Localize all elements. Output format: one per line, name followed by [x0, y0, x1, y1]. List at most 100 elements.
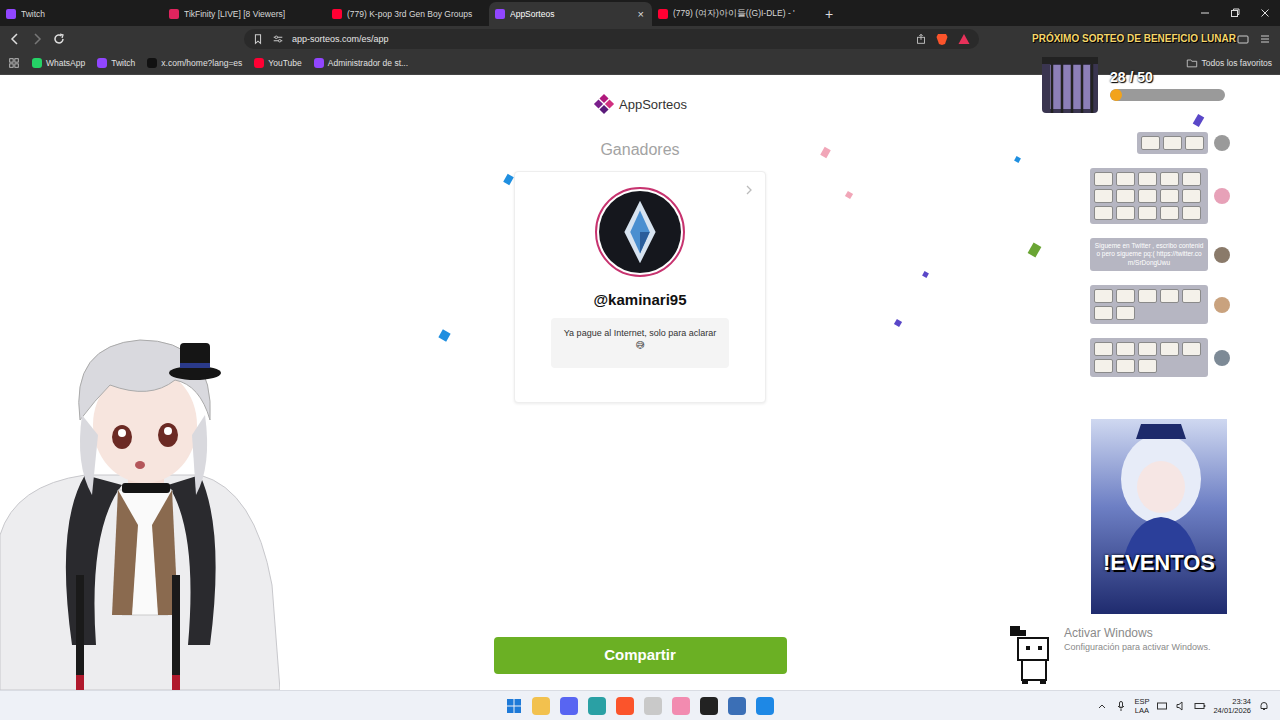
bookmark-label: x.com/home?lang=es [161, 58, 242, 68]
forward-icon[interactable] [30, 32, 44, 46]
minimize-icon[interactable] [1199, 7, 1211, 19]
winners-heading: Ganadores [600, 141, 679, 159]
confetti [438, 329, 450, 341]
events-card: !EVENTOS [1091, 419, 1227, 614]
language-indicator[interactable]: ESPLAA [1134, 697, 1149, 715]
tray-chevron-icon[interactable] [1096, 700, 1108, 712]
emote-icon [1160, 342, 1179, 356]
taskbar-apps [506, 697, 774, 715]
menu-icon[interactable] [1258, 32, 1272, 46]
counter-text: 28 / 50 [1110, 69, 1225, 85]
bookmark-favicon-icon [147, 58, 157, 68]
site-settings-icon[interactable] [272, 33, 284, 45]
network-icon[interactable] [1156, 700, 1168, 712]
sub-counter: 28 / 50 [1040, 55, 1225, 115]
bookmark-favicon-icon [254, 58, 264, 68]
reload-icon[interactable] [52, 32, 66, 46]
browser-tab[interactable]: (779) K-pop 3rd Gen Boy Groups [326, 2, 489, 26]
brave-rewards-icon[interactable] [957, 32, 971, 46]
notification-bell-icon[interactable] [1258, 700, 1270, 712]
apps-grid-icon[interactable] [8, 57, 20, 69]
brave-shields-icon[interactable] [935, 32, 949, 46]
close-tab-button[interactable]: × [636, 8, 646, 20]
browser-tab[interactable]: AppSorteos × [489, 2, 652, 26]
emote-icon [1138, 206, 1157, 220]
confetti [1014, 156, 1021, 163]
chat-message [1050, 285, 1230, 324]
emote-icon [1116, 172, 1135, 186]
emote-icon [1182, 172, 1201, 186]
bookmark-label: YouTube [268, 58, 301, 68]
taskbar-app-icon[interactable] [756, 697, 774, 715]
microphone-icon[interactable] [1115, 700, 1127, 712]
share-button[interactable]: Compartir [494, 637, 787, 674]
emote-icon [1138, 289, 1157, 303]
emote-icon [1182, 342, 1201, 356]
url-text: app-sorteos.com/es/app [292, 34, 389, 44]
taskbar-app-icon[interactable] [560, 697, 578, 715]
restore-icon[interactable] [1229, 7, 1241, 19]
diamond-avatar-icon [599, 191, 681, 273]
chat-avatar-icon [1214, 247, 1230, 263]
emote-icon [1138, 172, 1157, 186]
emote-icon [1160, 206, 1179, 220]
confetti [845, 191, 853, 199]
speaker-icon[interactable] [1175, 700, 1187, 712]
chat-message: Sígueme en Twitter , escribo contenido p… [1050, 238, 1230, 271]
folder-icon [1186, 57, 1198, 69]
emote-icon [1182, 289, 1201, 303]
bookmark-icon[interactable] [252, 33, 264, 45]
activation-watermark: Activar WindowsConfiguración para activa… [1064, 626, 1211, 652]
next-chevron-icon[interactable] [743, 184, 755, 196]
logo-text: AppSorteos [619, 97, 687, 112]
windows-start-icon[interactable] [506, 698, 522, 714]
favicon-icon [658, 9, 668, 19]
new-tab-button[interactable]: + [815, 6, 843, 26]
winner-handle: @kaminari95 [593, 291, 686, 308]
browser-tab[interactable]: Twitch [0, 2, 163, 26]
tab-label: AppSorteos [510, 9, 631, 19]
emote-icon [1116, 359, 1135, 373]
app-logo[interactable]: AppSorteos [593, 93, 687, 115]
emote-icon [1094, 172, 1113, 186]
taskbar-app-icon[interactable] [672, 697, 690, 715]
bookmark-favicon-icon [314, 58, 324, 68]
system-tray: ESPLAA 23:3424/01/2026 [774, 697, 1280, 715]
bookmark-item[interactable]: WhatsApp [32, 58, 85, 68]
emote-icon [1116, 306, 1135, 320]
battery-icon[interactable] [1194, 700, 1206, 712]
emote-icon [1116, 206, 1135, 220]
winner-card: @kaminari95 Ya pague al Internet, solo pa… [514, 171, 766, 403]
taskbar-app-icon[interactable] [728, 697, 746, 715]
taskbar-app-icon[interactable] [588, 697, 606, 715]
address-bar[interactable]: app-sorteos.com/es/app [244, 29, 979, 49]
chat-message [1050, 168, 1230, 224]
wallet-icon[interactable] [1236, 32, 1250, 46]
browser-tab[interactable]: (779) (여자)아이들((G)I-DLE) - ' [652, 2, 815, 26]
all-bookmarks[interactable]: Todos los favoritos [1186, 57, 1272, 69]
taskbar-app-icon[interactable] [532, 697, 550, 715]
bookmark-item[interactable]: Administrador de st... [314, 58, 408, 68]
emote-icon [1138, 189, 1157, 203]
bookmark-favicon-icon [32, 58, 42, 68]
tab-label: Twitch [21, 9, 157, 19]
share-icon[interactable] [915, 33, 927, 45]
clock[interactable]: 23:3424/01/2026 [1213, 697, 1251, 715]
taskbar-app-icon[interactable] [616, 697, 634, 715]
tab-label: (779) (여자)아이들((G)I-DLE) - ' [673, 8, 809, 20]
taskbar-app-icon[interactable] [700, 697, 718, 715]
browser-tab[interactable]: TikFinity [LIVE] [8 Viewers] [163, 2, 326, 26]
taskbar-app-icon[interactable] [644, 697, 662, 715]
bookmark-item[interactable]: x.com/home?lang=es [147, 58, 242, 68]
cage-icon [1040, 55, 1100, 115]
counter-progress-fill [1110, 89, 1122, 101]
bookmark-item[interactable]: Twitch [97, 58, 135, 68]
winner-message: Ya pague al Internet, solo para aclarar … [551, 318, 729, 368]
emote-icon [1138, 359, 1157, 373]
close-window-icon[interactable] [1259, 7, 1271, 19]
emote-icon [1116, 289, 1135, 303]
emote-icon [1094, 206, 1113, 220]
back-icon[interactable] [8, 32, 22, 46]
bookmark-item[interactable]: YouTube [254, 58, 301, 68]
emote-icon [1116, 189, 1135, 203]
